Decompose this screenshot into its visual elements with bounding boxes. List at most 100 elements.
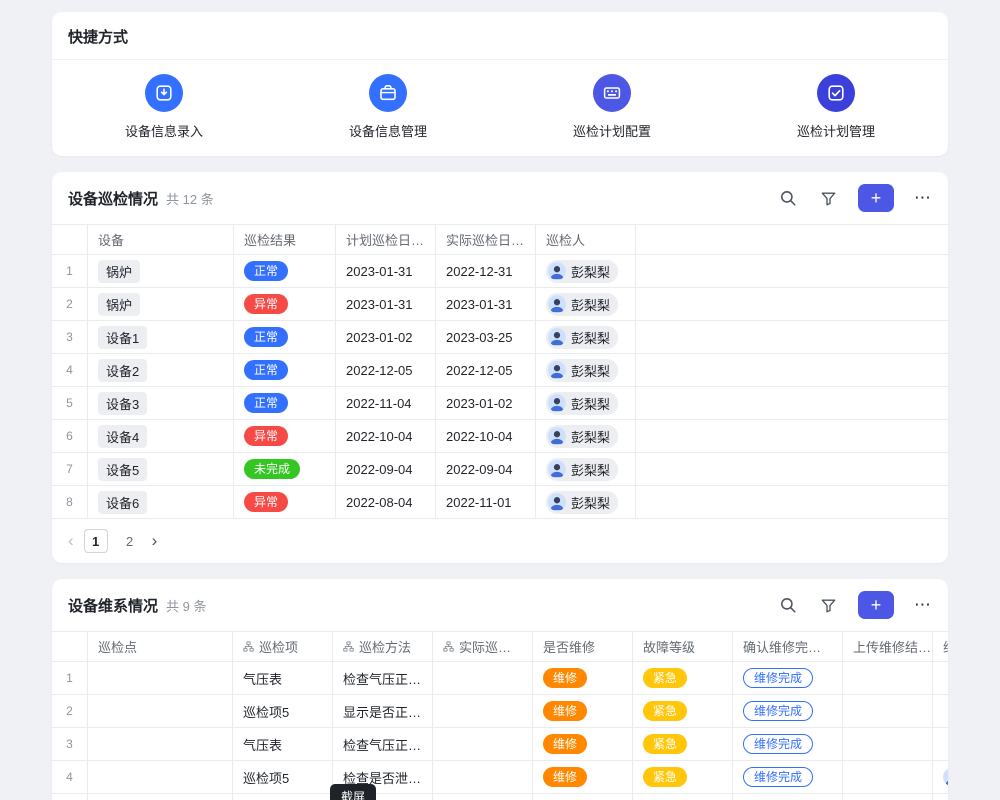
plan-date-cell[interactable]: 2022-11-04 xyxy=(336,387,436,419)
plan-date-cell[interactable]: 2022-10-04 xyxy=(336,420,436,452)
repairer-cell[interactable] xyxy=(933,728,948,760)
repairer-cell[interactable] xyxy=(933,695,948,727)
inspector-cell[interactable]: 彭梨梨 xyxy=(536,420,636,452)
point-cell[interactable] xyxy=(88,695,233,727)
shortcut-item-4[interactable]: 巡检计划管理 xyxy=(724,74,948,140)
item-cell[interactable]: 巡检项5 xyxy=(233,761,333,793)
actual-cell[interactable] xyxy=(433,761,533,793)
plan-date-cell[interactable]: 2023-01-31 xyxy=(336,255,436,287)
upload-cell[interactable] xyxy=(843,794,933,800)
upload-cell[interactable] xyxy=(843,695,933,727)
item-cell[interactable]: 巡检项5 xyxy=(233,794,333,800)
device-cell[interactable]: 设备3 xyxy=(88,387,234,419)
actual-date-cell[interactable]: 2023-01-31 xyxy=(436,288,536,320)
add-record-button[interactable]: + xyxy=(858,184,894,212)
repairer-cell[interactable] xyxy=(933,794,948,800)
more-options-button[interactable]: ⋯ xyxy=(914,595,932,615)
device-cell[interactable]: 设备4 xyxy=(88,420,234,452)
result-cell[interactable]: 正常 xyxy=(234,321,336,353)
fault-level-cell[interactable]: 紧急 xyxy=(633,662,733,694)
column-header[interactable]: 故障等级 xyxy=(633,632,733,661)
plan-date-cell[interactable]: 2023-01-02 xyxy=(336,321,436,353)
shortcut-item-1[interactable]: 设备信息录入 xyxy=(52,74,276,140)
plan-date-cell[interactable]: 2023-01-31 xyxy=(336,288,436,320)
actual-cell[interactable] xyxy=(433,695,533,727)
point-cell[interactable] xyxy=(88,728,233,760)
screenshot-tooltip[interactable]: 截屏 xyxy=(330,784,376,800)
inspector-cell[interactable]: 彭梨梨 xyxy=(536,288,636,320)
actual-cell[interactable] xyxy=(433,728,533,760)
column-header[interactable]: 巡检点 xyxy=(88,632,233,661)
confirm-cell[interactable]: 维修完成 xyxy=(733,695,843,727)
column-header[interactable]: 确认维修完… xyxy=(733,632,843,661)
filter-icon[interactable] xyxy=(818,595,838,615)
repair-cell[interactable]: 维修 xyxy=(533,695,633,727)
fault-level-cell[interactable]: 紧急 xyxy=(633,761,733,793)
inspector-cell[interactable]: 彭梨梨 xyxy=(536,387,636,419)
inspector-cell[interactable]: 彭梨梨 xyxy=(536,321,636,353)
device-cell[interactable]: 设备2 xyxy=(88,354,234,386)
item-cell[interactable]: 巡检项5 xyxy=(233,695,333,727)
actual-date-cell[interactable]: 2022-10-04 xyxy=(436,420,536,452)
confirm-cell[interactable]: 维修完成 xyxy=(733,761,843,793)
search-icon[interactable] xyxy=(778,595,798,615)
actual-date-cell[interactable]: 2023-01-02 xyxy=(436,387,536,419)
plan-date-cell[interactable]: 2022-09-04 xyxy=(336,453,436,485)
inspector-cell[interactable]: 彭梨梨 xyxy=(536,255,636,287)
column-header[interactable]: 实际巡检日… xyxy=(436,225,536,254)
result-cell[interactable]: 异常 xyxy=(234,486,336,518)
repair-cell[interactable]: 维修 xyxy=(533,761,633,793)
plan-date-cell[interactable]: 2022-08-04 xyxy=(336,486,436,518)
point-cell[interactable] xyxy=(88,761,233,793)
upload-cell[interactable] xyxy=(843,662,933,694)
repair-cell[interactable]: 维修 xyxy=(533,794,633,800)
result-cell[interactable]: 异常 xyxy=(234,420,336,452)
page-number-2[interactable]: 2 xyxy=(118,529,142,553)
actual-cell[interactable] xyxy=(433,662,533,694)
upload-cell[interactable] xyxy=(843,728,933,760)
fault-level-cell[interactable]: 一般 xyxy=(633,794,733,800)
actual-cell[interactable] xyxy=(433,794,533,800)
actual-date-cell[interactable]: 2022-12-31 xyxy=(436,255,536,287)
column-header[interactable]: 是否维修 xyxy=(533,632,633,661)
column-header[interactable]: 设备 xyxy=(88,225,234,254)
repair-cell[interactable]: 维修 xyxy=(533,662,633,694)
repairer-cell[interactable] xyxy=(933,761,948,793)
confirm-cell[interactable]: 维修完成 xyxy=(733,662,843,694)
device-cell[interactable]: 锅炉 xyxy=(88,288,234,320)
fault-level-cell[interactable]: 紧急 xyxy=(633,695,733,727)
more-options-button[interactable]: ⋯ xyxy=(914,188,932,208)
method-cell[interactable]: 显示是否正… xyxy=(333,695,433,727)
column-header[interactable]: 维 xyxy=(933,632,948,661)
actual-date-cell[interactable]: 2022-12-05 xyxy=(436,354,536,386)
column-header[interactable]: 巡检方法 xyxy=(333,632,433,661)
device-cell[interactable]: 锅炉 xyxy=(88,255,234,287)
device-cell[interactable]: 设备6 xyxy=(88,486,234,518)
point-cell[interactable] xyxy=(88,794,233,800)
prev-page-button[interactable]: ‹ xyxy=(68,531,74,551)
result-cell[interactable]: 异常 xyxy=(234,288,336,320)
device-cell[interactable]: 设备1 xyxy=(88,321,234,353)
shortcut-item-2[interactable]: 设备信息管理 xyxy=(276,74,500,140)
result-cell[interactable]: 正常 xyxy=(234,354,336,386)
column-header[interactable]: 巡检结果 xyxy=(234,225,336,254)
column-header[interactable]: 计划巡检日… xyxy=(336,225,436,254)
page-number-1[interactable]: 1 xyxy=(84,529,108,553)
add-record-button[interactable]: + xyxy=(858,591,894,619)
item-cell[interactable]: 气压表 xyxy=(233,662,333,694)
confirm-cell[interactable]: 维修完成 xyxy=(733,728,843,760)
repairer-cell[interactable] xyxy=(933,662,948,694)
plan-date-cell[interactable]: 2022-12-05 xyxy=(336,354,436,386)
actual-date-cell[interactable]: 2022-09-04 xyxy=(436,453,536,485)
search-icon[interactable] xyxy=(778,188,798,208)
column-header[interactable]: 巡检项 xyxy=(233,632,333,661)
device-cell[interactable]: 设备5 xyxy=(88,453,234,485)
item-cell[interactable]: 气压表 xyxy=(233,728,333,760)
confirm-cell[interactable]: 维修完成 xyxy=(733,794,843,800)
point-cell[interactable] xyxy=(88,662,233,694)
result-cell[interactable]: 正常 xyxy=(234,387,336,419)
result-cell[interactable]: 正常 xyxy=(234,255,336,287)
repair-cell[interactable]: 维修 xyxy=(533,728,633,760)
column-header[interactable]: 上传维修结… xyxy=(843,632,933,661)
inspector-cell[interactable]: 彭梨梨 xyxy=(536,354,636,386)
